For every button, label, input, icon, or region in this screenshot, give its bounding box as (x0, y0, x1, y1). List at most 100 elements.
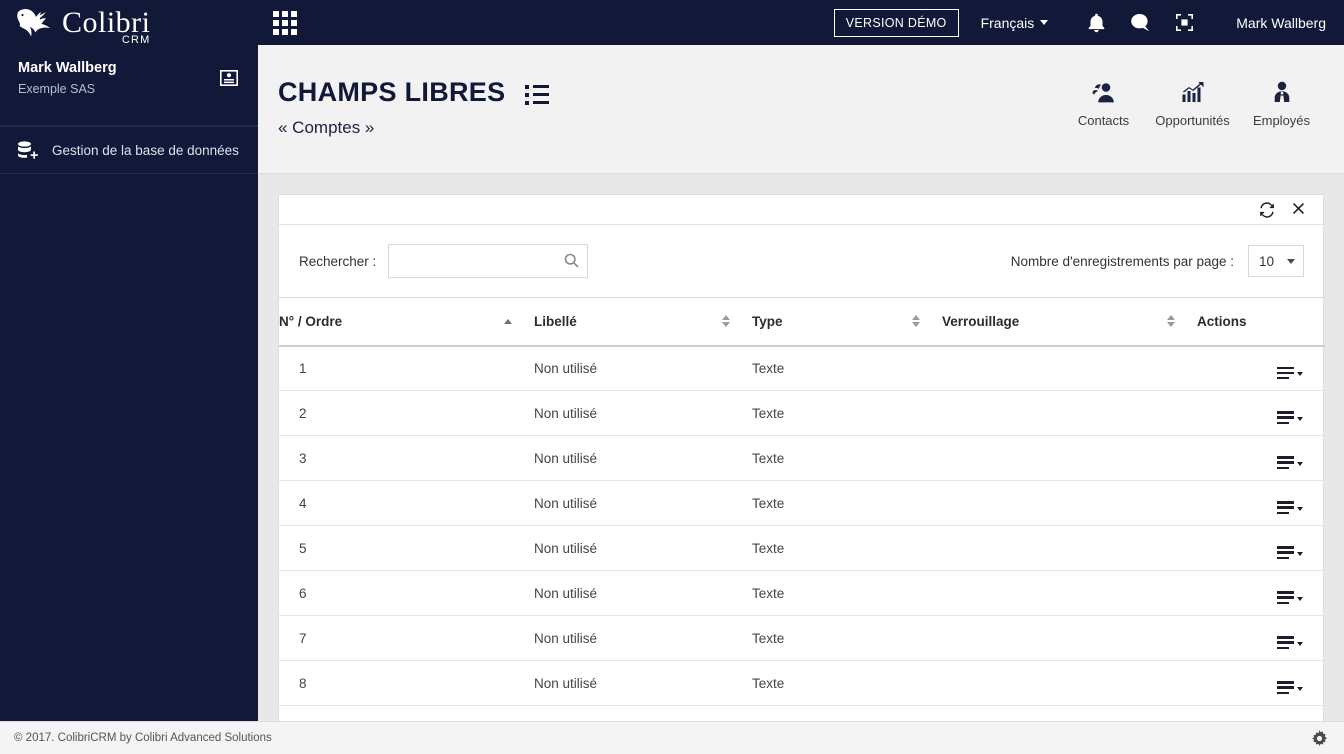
perpage-select[interactable]: 10 (1248, 245, 1304, 277)
table-row[interactable]: 3 Non utilisé Texte (279, 435, 1325, 481)
brand-logo[interactable]: Colibri CRM (0, 0, 258, 45)
cell-actions (1197, 525, 1325, 571)
cell-verrouillage (942, 525, 1197, 571)
employees-icon (1274, 81, 1289, 102)
close-icon[interactable] (1289, 200, 1309, 220)
contact-card-icon[interactable] (216, 65, 242, 91)
search-input[interactable] (388, 244, 589, 278)
caret-down-icon (1297, 372, 1303, 377)
apps-grid-icon[interactable] (268, 6, 302, 40)
perpage-label: Nombre d'enregistrements par page : (1010, 253, 1234, 269)
brand-text: Colibri CRM (62, 7, 151, 45)
caret-down-icon (1297, 642, 1303, 647)
list-bar (533, 101, 550, 104)
row-menu-icon[interactable] (1277, 636, 1303, 650)
cell-libelle: Non utilisé (534, 615, 752, 661)
row-menu-icon[interactable] (1277, 681, 1303, 695)
caret-up (504, 318, 512, 324)
caret-up (912, 315, 920, 321)
grid-cell (282, 28, 288, 35)
cell-verrouillage (942, 660, 1197, 706)
top-bar: Colibri CRM VERSION DÉMO Français Mark W… (0, 0, 1344, 45)
perpage-value: 10 (1259, 253, 1275, 269)
opportunities-chart-icon (1182, 82, 1203, 102)
cell-type: Texte (752, 480, 942, 526)
refresh-icon[interactable] (1257, 200, 1277, 220)
list-view-icon[interactable] (525, 81, 550, 105)
table-row[interactable]: 5 Non utilisé Texte (279, 525, 1325, 571)
menu-line (1277, 461, 1294, 464)
contacts-icon (1092, 83, 1114, 103)
menu-line (1277, 546, 1294, 549)
caret-down-icon (1297, 507, 1303, 512)
cell-type: Texte (752, 345, 942, 391)
user-menu[interactable]: Mark Wallberg (1236, 15, 1326, 31)
sort-asc-icon (504, 318, 534, 324)
sidebar-user-org: Exemple SAS (18, 81, 96, 96)
sidebar-user-texts: Mark Wallberg Exemple SAS (18, 58, 216, 99)
header-action-employes[interactable]: Employés (1237, 81, 1326, 128)
grid-cell (282, 10, 288, 17)
table-row[interactable]: 2 Non utilisé Texte (279, 390, 1325, 436)
row-menu-icon[interactable] (1277, 411, 1303, 425)
row-menu-lines (1277, 456, 1294, 470)
column-header-type[interactable]: Type (752, 297, 942, 347)
header-action-contacts[interactable]: Contacts (1059, 81, 1148, 128)
menu-line (1277, 411, 1294, 414)
cell-verrouillage (942, 570, 1197, 616)
cell-type: Texte (752, 705, 942, 721)
row-menu-icon[interactable] (1277, 591, 1303, 605)
table-row[interactable]: 7 Non utilisé Texte (279, 615, 1325, 661)
cell-libelle: Non utilisé (534, 345, 752, 391)
list-bullet (525, 92, 530, 97)
settings-gear-icon[interactable] (1311, 729, 1328, 747)
cell-verrouillage (942, 705, 1197, 721)
menu-line (1277, 681, 1294, 684)
page-header-actions: Contacts Opportunités Employés (1059, 81, 1326, 128)
table-header-row: N° / Ordre Libellé Type Verrouillage Act… (279, 297, 1325, 347)
cell-ordre: 7 (279, 615, 534, 661)
table-row[interactable]: 4 Non utilisé Texte (279, 480, 1325, 526)
grid-cell (273, 19, 279, 26)
row-menu-icon[interactable] (1277, 501, 1303, 515)
language-selector[interactable]: Français (981, 15, 1049, 31)
caret-down (722, 322, 730, 328)
chat-icon[interactable] (1118, 0, 1162, 45)
row-menu-icon[interactable] (1277, 546, 1303, 560)
row-menu-icon[interactable] (1277, 366, 1303, 380)
search-field-wrapper (388, 244, 589, 278)
header-action-opportunites[interactable]: Opportunités (1148, 81, 1237, 128)
menu-line (1277, 556, 1289, 560)
fullscreen-icon[interactable] (1162, 0, 1206, 45)
table-row[interactable]: 1 Non utilisé Texte (279, 345, 1325, 391)
champs-libres-table: N° / Ordre Libellé Type Verrouillage Act… (279, 297, 1325, 721)
cell-verrouillage (942, 345, 1197, 391)
column-header-verrouillage[interactable]: Verrouillage (942, 297, 1197, 347)
menu-line (1277, 601, 1289, 605)
caret-up (722, 315, 730, 321)
table-row[interactable]: 9Non utiliséTexte (279, 705, 1325, 721)
sort-both-icon (1167, 315, 1197, 328)
cell-ordre: 3 (279, 435, 534, 481)
caret-down-icon (1297, 597, 1303, 602)
sidebar-user-name: Mark Wallberg (18, 59, 117, 76)
menu-line (1277, 366, 1294, 370)
row-menu-lines (1277, 546, 1294, 560)
cell-actions (1197, 345, 1325, 391)
list-bar (533, 85, 550, 88)
cell-type: Texte (752, 390, 942, 436)
grid-cell (282, 19, 288, 26)
column-header-ordre[interactable]: N° / Ordre (279, 297, 534, 347)
table-row[interactable]: 8 Non utilisé Texte (279, 660, 1325, 706)
demo-version-badge[interactable]: VERSION DÉMO (833, 8, 959, 37)
grid-cell (291, 19, 297, 26)
bell-icon[interactable] (1074, 0, 1118, 45)
table-row[interactable]: 6 Non utilisé Texte (279, 570, 1325, 616)
cell-type: Texte (752, 660, 942, 706)
menu-line (1277, 596, 1294, 599)
column-header-libelle[interactable]: Libellé (534, 297, 752, 347)
row-menu-icon[interactable] (1277, 456, 1303, 470)
row-menu-lines (1277, 501, 1294, 515)
sidebar-item-database-management[interactable]: Gestion de la base de données (0, 126, 258, 174)
perpage-group: Nombre d'enregistrements par page : 10 (1011, 245, 1304, 277)
